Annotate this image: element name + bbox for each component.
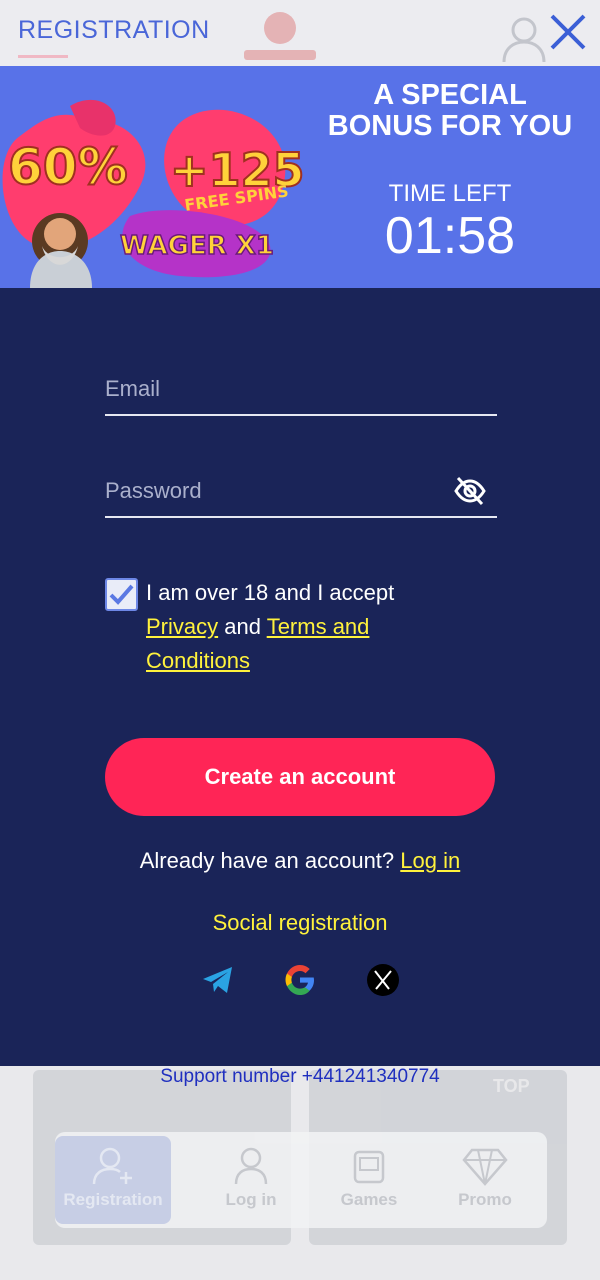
email-input[interactable] (105, 366, 445, 412)
consent-and: and (224, 614, 261, 639)
tab-label: Games (340, 1190, 398, 1209)
tab-label: Promo (458, 1190, 512, 1209)
wager-text: WAGER X1 (120, 231, 274, 261)
consent-label: I am over 18 and I accept (146, 580, 395, 605)
support-number: Support number +441241340774 (160, 1066, 440, 1087)
brand-logo-icon (244, 12, 316, 60)
eye-slash-icon[interactable] (453, 474, 487, 508)
user-plus-icon (92, 1147, 132, 1185)
bonus-banner: 60% +125 FREE SPINS WAGER X1 A SPECIAL B… (0, 66, 600, 288)
top-bar: REGISTRATION (0, 0, 600, 66)
email-field (105, 366, 497, 416)
title-underline (18, 55, 68, 58)
page-title: REGISTRATION (18, 16, 210, 44)
consent-text: I am over 18 and I accept Privacy and Te… (146, 576, 476, 678)
bottom-tab-bar: Registration Log in Games Promo (55, 1132, 547, 1228)
bonus-percent-text: 60% (8, 138, 128, 196)
close-icon[interactable] (546, 10, 590, 54)
tab-label: Log in (225, 1190, 277, 1209)
time-left-label: TIME LEFT (388, 180, 512, 207)
telegram-icon[interactable] (200, 962, 236, 998)
password-field (105, 468, 497, 518)
x-icon[interactable] (365, 962, 401, 998)
diamond-icon (462, 1148, 508, 1186)
login-link[interactable]: Log in (400, 848, 460, 873)
google-icon[interactable] (282, 962, 318, 998)
tab-promo[interactable]: Promo (427, 1136, 543, 1224)
tab-games[interactable]: Games (311, 1136, 427, 1224)
registration-form: I am over 18 and I accept Privacy and Te… (0, 288, 600, 1066)
countdown-timer: 01:58 (384, 207, 516, 265)
tab-registration[interactable]: Registration (55, 1136, 171, 1224)
tab-label: Registration (63, 1190, 163, 1209)
create-account-button[interactable]: Create an account (105, 738, 495, 816)
age-terms-checkbox[interactable] (105, 578, 138, 611)
games-icon (353, 1150, 385, 1184)
have-account-row: Already have an account? Log in (0, 848, 600, 874)
privacy-link[interactable]: Privacy (146, 614, 218, 639)
social-registration-title: Social registration (212, 910, 388, 935)
bonus-promo-art: 60% +125 FREE SPINS WAGER X1 (2, 99, 306, 288)
user-icon (234, 1147, 268, 1185)
password-input[interactable] (105, 468, 445, 514)
user-icon (502, 17, 546, 63)
bonus-title: A SPECIAL BONUS FOR YOU (327, 79, 573, 142)
tab-login[interactable]: Log in (193, 1136, 309, 1224)
checkmark-icon (109, 584, 134, 605)
have-account-text: Already have an account? (139, 848, 395, 873)
